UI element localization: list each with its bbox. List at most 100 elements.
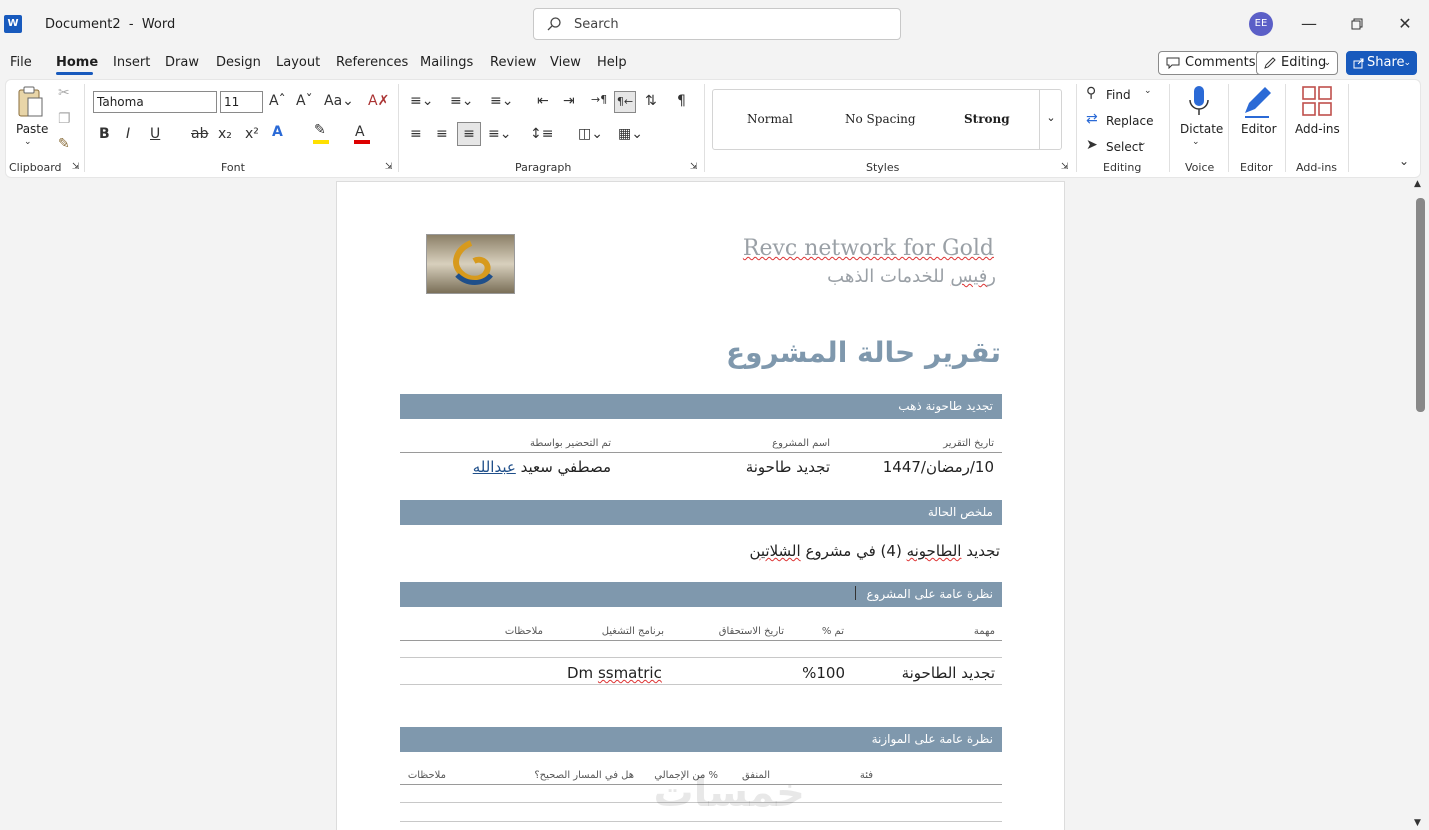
highlighter-icon[interactable]: ✎ [314,122,326,138]
decrease-indent-icon[interactable]: ⇤ [537,93,549,109]
align-center-icon[interactable]: ≡ [436,126,448,142]
tab-design[interactable]: Design [216,55,261,70]
italic-icon[interactable]: I [126,126,130,142]
dialog-launcher-icon[interactable]: ⇲ [385,162,393,172]
status-summary-text: تجديد الطاحونه (4) في مشروع الشلاتين [600,542,1000,560]
group-divider [1169,84,1170,172]
clear-formatting-icon[interactable]: A✗ [368,93,389,109]
align-left-icon[interactable]: ≡ [410,126,422,142]
header-operating-program: برنامج التشغيل [601,626,664,637]
grow-font-icon[interactable]: Aˆ [269,93,286,109]
header-done-percent: تم % [821,626,844,637]
section-band-summary: ملخص الحالة [400,500,1002,525]
shading-icon[interactable]: ◫⌄ [578,126,603,142]
tab-file[interactable]: File [10,55,32,70]
voice-group-label: Voice [1185,161,1215,174]
format-painter-icon[interactable]: ✎ [58,136,70,152]
company-ar-prefix: ر [987,266,996,287]
copy-icon[interactable]: ❐ [58,111,71,127]
header-on-track: هل في المسار الصحيح؟ [534,770,634,781]
change-case-icon[interactable]: Aa⌄ [324,93,354,109]
font-family-select[interactable]: Tahoma [93,91,217,113]
comments-button[interactable]: Comments [1158,51,1265,75]
tab-review[interactable]: Review [490,55,536,70]
font-color-icon[interactable]: A [355,124,365,140]
section-band-project: تجديد طاحونة ذهب [400,394,1002,419]
style-strong[interactable]: Strong [964,112,1010,126]
scroll-up-icon[interactable]: ▲ [1414,179,1421,189]
chevron-down-icon[interactable]: ⌄ [1192,137,1200,147]
align-right-icon[interactable]: ≡ [457,122,481,146]
highlight-color-icon[interactable] [313,140,329,144]
tab-insert[interactable]: Insert [113,55,150,70]
style-no-spacing[interactable]: No Spacing [845,112,916,126]
cut-icon[interactable]: ✂ [58,85,70,101]
chevron-down-icon[interactable]: ⌄ [1144,86,1152,96]
ltr-icon[interactable]: →¶ [591,93,607,106]
scrollbar-thumb[interactable] [1416,198,1425,412]
minimize-icon[interactable]: — [1297,12,1321,36]
dialog-launcher-icon[interactable]: ⇲ [1061,162,1069,172]
borders-icon[interactable]: ▦⌄ [618,126,643,142]
text-effects-icon[interactable]: A [272,124,283,140]
addins-grid-icon[interactable] [1302,86,1332,120]
show-formatting-icon[interactable]: ¶ [677,93,686,109]
sort-icon[interactable]: ⇅ [645,93,657,109]
find-button[interactable]: Find [1106,88,1131,102]
tab-mailings[interactable]: Mailings [420,55,473,70]
dialog-launcher-icon[interactable]: ⇲ [690,162,698,172]
value-done-percent: %100 [802,664,845,682]
dialog-launcher-icon[interactable]: ⇲ [72,162,80,172]
collapse-ribbon-icon[interactable]: ⌄ [1399,154,1409,168]
strikethrough-icon[interactable]: ab [191,126,208,142]
tab-home[interactable]: Home [56,55,98,70]
style-normal[interactable]: Normal [747,112,793,126]
increase-indent-icon[interactable]: ⇥ [563,93,575,109]
rtl-icon[interactable]: ¶← [614,91,636,113]
bold-icon[interactable]: B [99,126,110,142]
font-size-select[interactable]: 11 [220,91,263,113]
chevron-down-icon[interactable]: ⌄ [24,137,32,147]
justify-icon[interactable]: ≡⌄ [488,126,511,142]
search-placeholder: Search [574,17,619,32]
share-button[interactable]: Share ⌄ [1346,51,1417,75]
shrink-font-icon[interactable]: Aˇ [296,93,313,109]
select-button[interactable]: Select [1106,140,1143,154]
header-task: مهمة [973,626,995,637]
chevron-down-icon[interactable]: ⌄ [1139,138,1147,148]
group-divider [1228,84,1229,172]
bullets-icon[interactable]: ≡⌄ [410,93,433,109]
header-notes: ملاحظات [504,626,543,637]
tab-references[interactable]: References [336,55,408,70]
paste-label: Paste [16,122,49,136]
numbering-icon[interactable]: ≡⌄ [450,93,473,109]
search-input[interactable]: Search [533,8,901,40]
value-report-date: 10/رمضان/1447 [882,458,994,476]
editor-button[interactable]: Editor [1241,122,1277,136]
active-tab-indicator [56,72,93,75]
microphone-icon[interactable] [1186,84,1212,124]
multilevel-list-icon[interactable]: ≡⌄ [490,93,513,109]
tab-draw[interactable]: Draw [165,55,199,70]
spelling-error-word: فيس [950,266,988,287]
user-avatar[interactable]: EE [1249,12,1273,36]
dictate-button[interactable]: Dictate [1180,122,1223,136]
underline-icon[interactable]: U [150,126,160,142]
styles-more-icon[interactable]: ⌄ [1039,89,1062,150]
paste-button[interactable] [16,86,46,124]
table-rule [400,640,1002,641]
scroll-down-icon[interactable]: ▼ [1414,818,1421,828]
editor-pen-icon[interactable] [1241,85,1273,123]
superscript-icon[interactable]: x² [245,126,259,142]
addins-button[interactable]: Add-ins [1295,122,1340,136]
subscript-icon[interactable]: x₂ [218,126,232,142]
line-spacing-icon[interactable]: ↕≡ [530,126,553,142]
close-icon[interactable]: ✕ [1393,12,1417,36]
tab-layout[interactable]: Layout [276,55,320,70]
tab-view[interactable]: View [550,55,581,70]
editing-mode-button[interactable]: Editing ⌄ [1256,51,1338,75]
restore-icon[interactable] [1345,12,1369,36]
header-due-date: تاريخ الاستحقاق [718,626,784,637]
tab-help[interactable]: Help [597,55,627,70]
replace-button[interactable]: Replace [1106,114,1153,128]
